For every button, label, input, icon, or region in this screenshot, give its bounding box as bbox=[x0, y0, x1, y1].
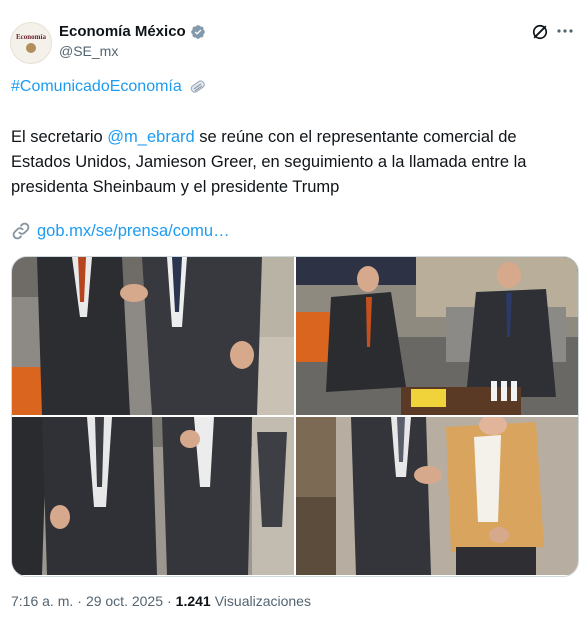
display-name[interactable]: Economía México bbox=[59, 23, 186, 40]
tweet-card[interactable]: Economía Economía México @SE_mx #Comunic… bbox=[0, 0, 585, 622]
photo-1[interactable] bbox=[12, 257, 294, 415]
tweet-text: El secretario @m_ebrard se reúne con el … bbox=[11, 125, 576, 200]
photo-3[interactable] bbox=[12, 417, 294, 575]
tweet-text-start: El secretario bbox=[11, 128, 108, 146]
avatar-logo-text: Economía bbox=[16, 33, 46, 41]
author-name-row: Economía México bbox=[59, 23, 206, 40]
avatar[interactable]: Economía bbox=[10, 22, 52, 64]
rolled-newspaper-icon bbox=[190, 80, 205, 93]
views-label: Visualizaciones bbox=[214, 593, 311, 609]
link-icon bbox=[12, 222, 30, 240]
photo-3-image bbox=[12, 417, 294, 575]
meta-separator: · bbox=[77, 593, 82, 609]
photo-4[interactable] bbox=[296, 417, 578, 575]
hashtag-link[interactable]: #ComunicadoEconomía bbox=[11, 78, 182, 96]
media-grid bbox=[11, 256, 579, 577]
post-time[interactable]: 7:16 a. m. bbox=[11, 593, 73, 609]
meta-separator: · bbox=[167, 593, 172, 609]
author-handle[interactable]: @SE_mx bbox=[59, 43, 118, 59]
verified-badge-icon bbox=[190, 24, 205, 39]
photo-2-image bbox=[296, 257, 578, 415]
photo-4-image bbox=[296, 417, 578, 575]
grok-icon[interactable] bbox=[530, 22, 550, 42]
views-count: 1.241 bbox=[175, 593, 211, 609]
more-icon[interactable] bbox=[556, 28, 574, 34]
avatar-seal bbox=[26, 43, 36, 53]
external-link[interactable]: gob.mx/se/prensa/comu… bbox=[37, 222, 230, 241]
tweet-meta: 7:16 a. m. · 29 oct. 2025 · 1.241 Visual… bbox=[11, 593, 311, 609]
photo-1-image bbox=[12, 257, 294, 415]
hashtag-line: #ComunicadoEconomía bbox=[11, 78, 208, 96]
post-date[interactable]: 29 oct. 2025 bbox=[86, 593, 163, 609]
mention-link[interactable]: @m_ebrard bbox=[107, 128, 194, 146]
photo-2[interactable] bbox=[296, 257, 578, 415]
link-line: gob.mx/se/prensa/comu… bbox=[11, 221, 230, 241]
